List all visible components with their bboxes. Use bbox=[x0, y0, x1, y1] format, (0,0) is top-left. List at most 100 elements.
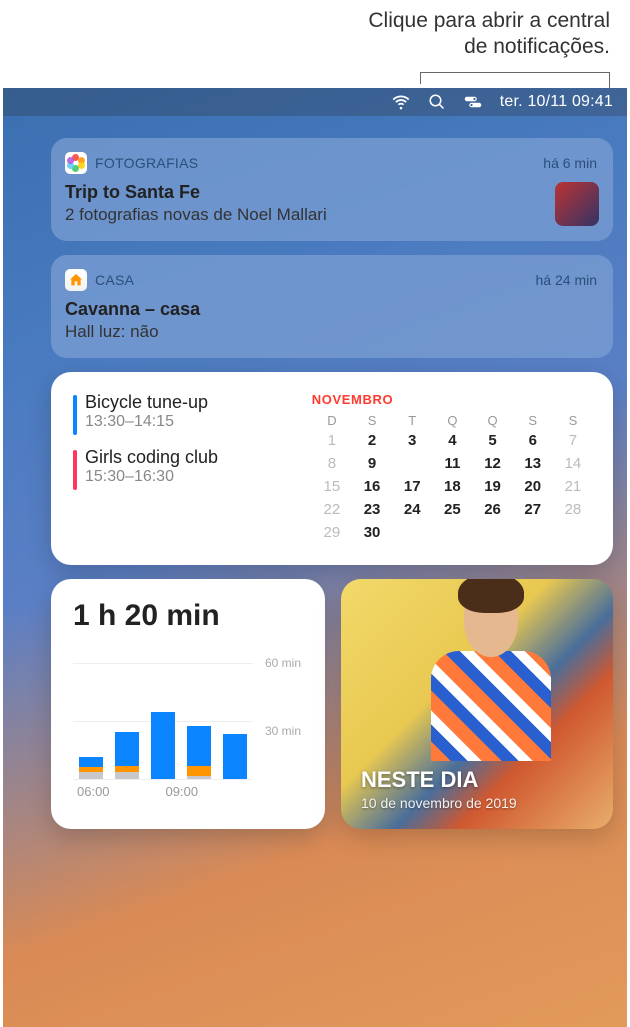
spotlight-icon[interactable] bbox=[428, 93, 446, 111]
chart-bar-segment bbox=[115, 766, 139, 773]
calendar-day[interactable]: 10 bbox=[392, 455, 432, 472]
calendar-day[interactable]: 5 bbox=[472, 432, 512, 449]
month-name: NOVEMBRO bbox=[312, 392, 593, 407]
calendar-day[interactable]: 30 bbox=[352, 524, 392, 541]
chart-bar-segment bbox=[79, 757, 103, 767]
notification-time: há 24 min bbox=[536, 272, 597, 288]
chart-bar bbox=[151, 712, 175, 779]
chart-bar bbox=[115, 732, 139, 779]
calendar-days-grid: 1234567891011121314151617181920212223242… bbox=[312, 432, 593, 541]
notification-title: Cavanna – casa bbox=[65, 299, 597, 320]
calendar-day[interactable]: 12 bbox=[472, 455, 512, 472]
calendar-day[interactable]: 28 bbox=[553, 501, 593, 518]
screentime-widget[interactable]: 1 h 20 min 60 min 30 min 06:00 09:00 bbox=[51, 579, 325, 829]
chart-xlabels: 06:00 09:00 bbox=[73, 784, 198, 799]
event-title: Bicycle tune-up bbox=[85, 392, 302, 413]
chart-bar bbox=[187, 726, 211, 779]
notification-header: FOTOGRAFIAS há 6 min bbox=[65, 152, 597, 174]
chart-bar-segment bbox=[223, 734, 247, 779]
calendar-day[interactable]: 15 bbox=[312, 478, 352, 495]
screentime-chart: 60 min 30 min 06:00 09:00 bbox=[73, 663, 301, 799]
calendar-day[interactable]: 3 bbox=[392, 432, 432, 449]
calendar-dow: Q bbox=[472, 413, 512, 428]
menubar-datetime[interactable]: ter. 10/11 09:41 bbox=[500, 93, 613, 111]
wifi-icon[interactable] bbox=[392, 93, 410, 111]
notification-body: Hall luz: não bbox=[65, 322, 597, 342]
notification-item[interactable]: CASA há 24 min Cavanna – casa Hall luz: … bbox=[51, 255, 613, 358]
screentime-total: 1 h 20 min bbox=[73, 599, 305, 633]
control-center-icon[interactable] bbox=[464, 93, 482, 111]
notification-header: CASA há 24 min bbox=[65, 269, 597, 291]
calendar-day[interactable]: 22 bbox=[312, 501, 352, 518]
calendar-widget[interactable]: Bicycle tune-up 13:30–14:15 Girls coding… bbox=[51, 372, 613, 565]
notification-body: 2 fotografias novas de Noel Mallari bbox=[65, 205, 597, 225]
calendar-day[interactable]: 24 bbox=[392, 501, 432, 518]
notification-title: Trip to Santa Fe bbox=[65, 182, 597, 203]
notification-time: há 6 min bbox=[543, 155, 597, 171]
calendar-day[interactable]: 19 bbox=[472, 478, 512, 495]
chart-xlabel: 06:00 bbox=[77, 784, 110, 799]
calendar-day[interactable]: 25 bbox=[432, 501, 472, 518]
notification-app: CASA bbox=[65, 269, 134, 291]
calendar-dow-row: DSTQQSS bbox=[312, 413, 593, 428]
chart-bar bbox=[79, 757, 103, 779]
calendar-day[interactable]: 26 bbox=[472, 501, 512, 518]
calendar-day[interactable]: 20 bbox=[513, 478, 553, 495]
calendar-day[interactable]: 13 bbox=[513, 455, 553, 472]
event-time: 13:30–14:15 bbox=[85, 413, 302, 431]
desktop: ter. 10/11 09:41 bbox=[3, 88, 627, 1027]
calendar-day[interactable]: 29 bbox=[312, 524, 352, 541]
calendar-day[interactable]: 16 bbox=[352, 478, 392, 495]
notification-thumbnail bbox=[555, 182, 599, 226]
chart-bar-segment bbox=[79, 772, 103, 779]
event-time: 15:30–16:30 bbox=[85, 468, 302, 486]
calendar-dow: S bbox=[352, 413, 392, 428]
calendar-day[interactable]: 14 bbox=[553, 455, 593, 472]
calendar-day[interactable]: 21 bbox=[553, 478, 593, 495]
chart-bar-segment bbox=[187, 776, 211, 779]
callout-label: Clique para abrir a central de notificaç… bbox=[368, 8, 610, 61]
menubar: ter. 10/11 09:41 bbox=[3, 88, 627, 116]
notification-app-name: FOTOGRAFIAS bbox=[95, 155, 198, 171]
calendar-event[interactable]: Bicycle tune-up 13:30–14:15 bbox=[73, 392, 302, 431]
widget-row: 1 h 20 min 60 min 30 min 06:00 09:00 bbox=[51, 579, 613, 829]
calendar-day[interactable]: 18 bbox=[432, 478, 472, 495]
chart-bars bbox=[79, 679, 247, 779]
calendar-events: Bicycle tune-up 13:30–14:15 Girls coding… bbox=[73, 392, 302, 541]
calendar-dow: S bbox=[553, 413, 593, 428]
calendar-day[interactable]: 6 bbox=[513, 432, 553, 449]
calendar-day[interactable]: 8 bbox=[312, 455, 352, 472]
chart-bar-segment bbox=[187, 766, 211, 776]
calendar-day[interactable]: 2 bbox=[352, 432, 392, 449]
calendar-day[interactable]: 27 bbox=[513, 501, 553, 518]
calendar-day[interactable]: 4 bbox=[432, 432, 472, 449]
calendar-day[interactable]: 17 bbox=[392, 478, 432, 495]
chart-bar-segment bbox=[115, 772, 139, 779]
calendar-event[interactable]: Girls coding club 15:30–16:30 bbox=[73, 447, 302, 486]
calendar-dow: Q bbox=[432, 413, 472, 428]
photos-memory-widget[interactable]: NESTE DIA 10 de novembro de 2019 bbox=[341, 579, 613, 829]
notification-app: FOTOGRAFIAS bbox=[65, 152, 198, 174]
chart-ylabel: 30 min bbox=[265, 724, 301, 738]
calendar-dow: D bbox=[312, 413, 352, 428]
home-app-icon bbox=[65, 269, 87, 291]
callout-line2: de notificações. bbox=[368, 34, 610, 60]
calendar-day[interactable]: 23 bbox=[352, 501, 392, 518]
calendar-day[interactable]: 7 bbox=[553, 432, 593, 449]
calendar-day[interactable]: 9 bbox=[352, 455, 392, 472]
callout-line1: Clique para abrir a central bbox=[368, 8, 610, 34]
calendar-day[interactable]: 11 bbox=[432, 455, 472, 472]
chart-bar-segment bbox=[115, 732, 139, 765]
chart-bar-segment bbox=[151, 712, 175, 779]
calendar-month: NOVEMBRO DSTQQSS 12345678910111213141516… bbox=[312, 392, 593, 541]
chart-bar-segment bbox=[187, 726, 211, 766]
calendar-day[interactable]: 1 bbox=[312, 432, 352, 449]
chart-ylabel: 60 min bbox=[265, 656, 301, 670]
photo-person-illustration bbox=[441, 587, 541, 747]
notification-app-name: CASA bbox=[95, 272, 134, 288]
memory-title: NESTE DIA bbox=[361, 767, 593, 793]
photos-app-icon bbox=[65, 152, 87, 174]
chart-xlabel: 09:00 bbox=[166, 784, 199, 799]
notification-item[interactable]: FOTOGRAFIAS há 6 min Trip to Santa Fe 2 … bbox=[51, 138, 613, 241]
calendar-dow: T bbox=[392, 413, 432, 428]
